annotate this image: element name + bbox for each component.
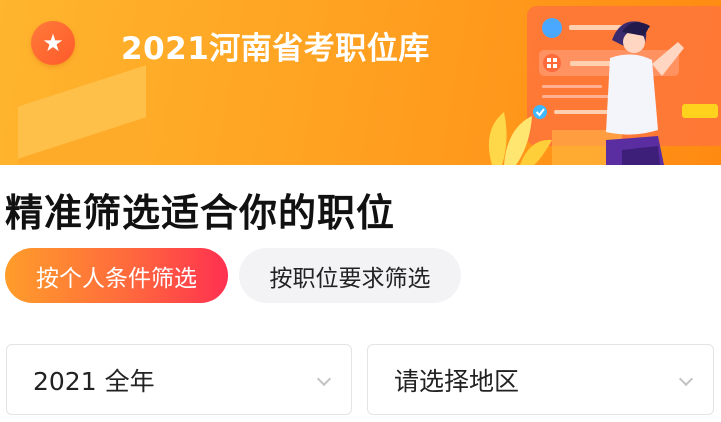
star-icon: ★ <box>31 21 75 65</box>
region-select-placeholder: 请选择地区 <box>394 366 520 396</box>
chevron-down-icon <box>678 371 694 387</box>
decorative-cube <box>18 112 146 165</box>
section-title: 精准筛选适合你的职位 <box>5 191 396 235</box>
tab-filter-by-position-requirements[interactable]: 按职位要求筛选 <box>239 248 461 303</box>
year-select-value: 2021 全年 <box>33 366 155 396</box>
region-select[interactable]: 请选择地区 <box>367 344 714 415</box>
banner-illustration <box>488 6 721 165</box>
check-icon <box>533 105 547 119</box>
banner-title: 2021河南省考职位库 <box>121 31 430 67</box>
year-select[interactable]: 2021 全年 <box>6 344 352 415</box>
tab-filter-by-personal-conditions[interactable]: 按个人条件筛选 <box>5 248 228 303</box>
tab-label: 按职位要求筛选 <box>269 265 431 292</box>
chevron-down-icon <box>316 371 332 387</box>
header-banner: ★ 2021河南省考职位库 <box>0 0 721 165</box>
tab-label: 按个人条件筛选 <box>36 265 197 292</box>
user-icon <box>542 18 562 38</box>
